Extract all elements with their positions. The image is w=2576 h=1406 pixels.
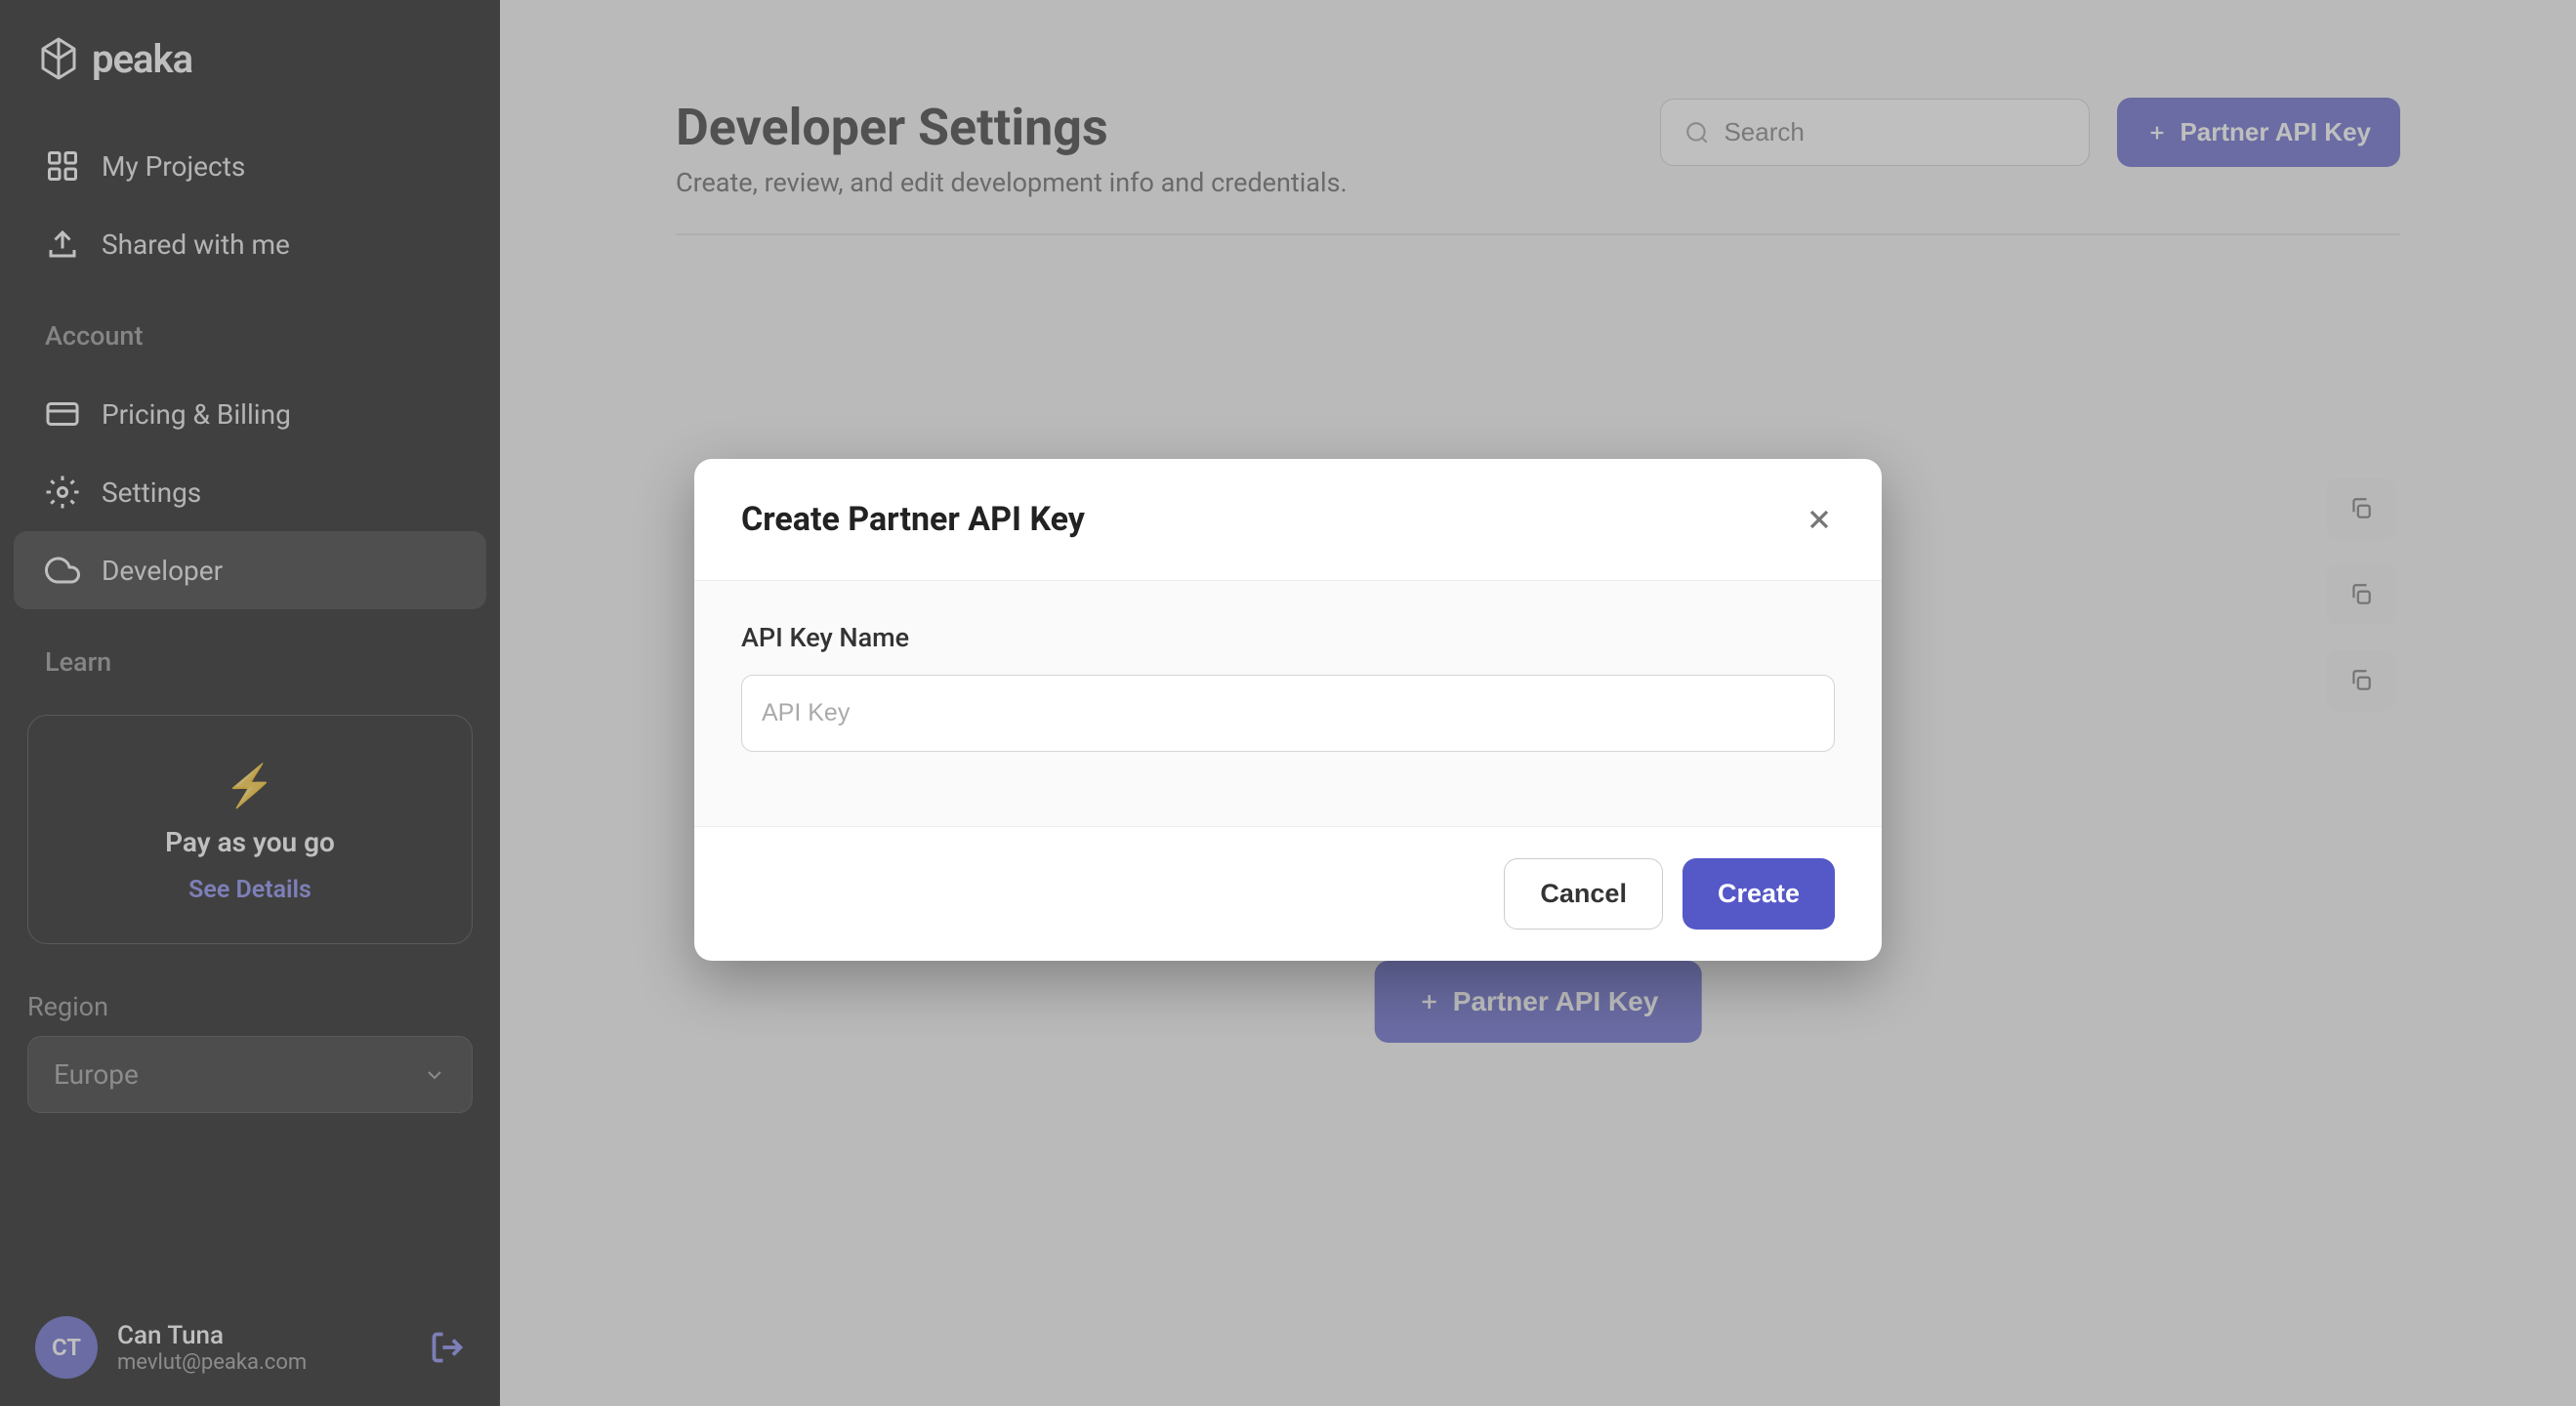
modal-body: API Key Name [694, 580, 1882, 827]
modal-header: Create Partner API Key [694, 459, 1882, 580]
api-key-name-label: API Key Name [741, 622, 1835, 653]
modal-overlay[interactable]: Create Partner API Key API Key Name Canc… [0, 0, 2576, 1406]
close-icon[interactable] [1804, 504, 1835, 535]
api-key-name-input[interactable] [741, 675, 1835, 752]
create-api-key-modal: Create Partner API Key API Key Name Canc… [694, 459, 1882, 961]
modal-title: Create Partner API Key [741, 500, 1085, 539]
modal-footer: Cancel Create [694, 827, 1882, 961]
create-button[interactable]: Create [1683, 858, 1835, 930]
cancel-button[interactable]: Cancel [1504, 858, 1663, 930]
